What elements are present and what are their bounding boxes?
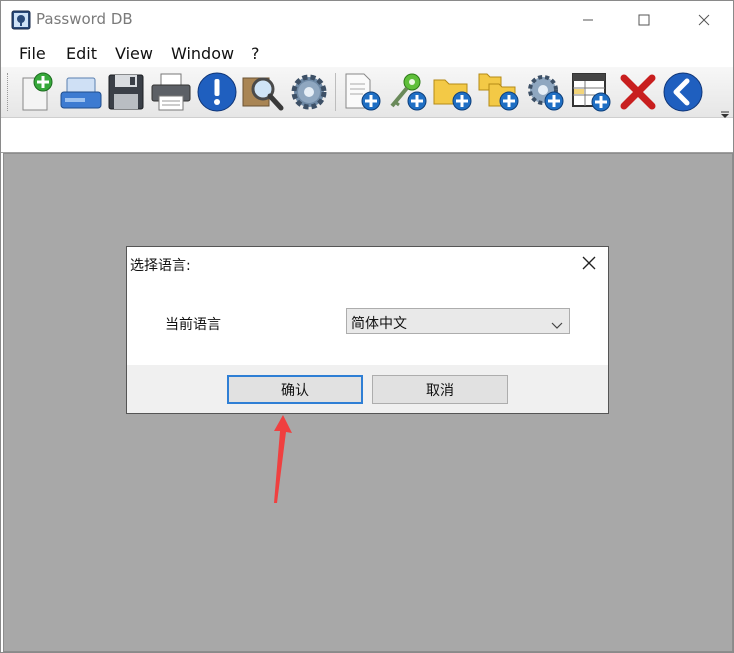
drive-button[interactable] [59, 70, 103, 114]
chevron-down-icon [551, 316, 563, 329]
new-database-button[interactable] [15, 70, 59, 114]
add-folder-icon [433, 79, 472, 111]
ok-button[interactable]: 确认 [227, 375, 363, 404]
dialog-close-button[interactable] [579, 253, 599, 273]
address-bar[interactable] [1, 118, 733, 153]
add-entry-button[interactable] [341, 70, 385, 114]
add-key-button[interactable] [386, 70, 430, 114]
print-icon [151, 73, 191, 111]
new-database-icon [22, 72, 53, 111]
add-setting-button[interactable] [523, 70, 567, 114]
toolbar-separator [335, 73, 336, 111]
language-select-value: 简体中文 [351, 316, 407, 332]
toolbar-grip[interactable] [7, 73, 11, 111]
app-logo-icon [11, 10, 31, 30]
app-window: Password DB File Edit View Window ? 选择语言… [0, 0, 734, 653]
menu-help[interactable]: ? [251, 44, 260, 63]
language-dialog: 选择语言: 当前语言 简体中文 确认 取消 [126, 246, 609, 414]
back-icon [663, 72, 703, 112]
window-title: Password DB [36, 10, 133, 28]
menu-view[interactable]: View [115, 44, 153, 63]
close-icon [698, 11, 710, 30]
close-button[interactable] [681, 1, 727, 39]
maximize-button[interactable] [621, 1, 667, 39]
maximize-icon [638, 11, 650, 30]
menu-window[interactable]: Window [171, 44, 234, 63]
print-button[interactable] [149, 70, 193, 114]
search-icon [242, 77, 284, 111]
add-table-icon [572, 73, 611, 112]
dialog-title: 选择语言: [130, 258, 191, 274]
add-subfolder-icon [478, 73, 519, 111]
add-subfolder-button[interactable] [477, 70, 521, 114]
language-select[interactable]: 简体中文 [346, 308, 570, 334]
minimize-button[interactable] [565, 1, 611, 39]
menu-bar: File Edit View Window ? [1, 39, 733, 67]
dialog-footer: 确认 取消 [127, 365, 608, 413]
save-icon [108, 74, 144, 110]
toolbar-overflow-icon[interactable] [720, 105, 730, 118]
info-button[interactable] [195, 70, 239, 114]
search-button[interactable] [241, 70, 285, 114]
current-language-label: 当前语言 [165, 317, 221, 333]
add-setting-icon [528, 75, 564, 111]
settings-icon [291, 74, 327, 110]
add-table-button[interactable] [570, 70, 614, 114]
delete-icon [620, 74, 656, 110]
close-icon [582, 256, 596, 270]
cancel-button[interactable]: 取消 [372, 375, 508, 404]
drive-icon [60, 77, 102, 109]
settings-button[interactable] [287, 70, 331, 114]
toolbar [1, 67, 733, 118]
menu-file[interactable]: File [19, 44, 46, 63]
add-entry-icon [345, 73, 381, 111]
delete-button[interactable] [616, 70, 660, 114]
save-button[interactable] [104, 70, 148, 114]
add-folder-button[interactable] [431, 70, 475, 114]
title-bar: Password DB [1, 1, 733, 39]
info-icon [197, 72, 237, 112]
annotation-arrow-icon [261, 411, 301, 506]
minimize-icon [582, 11, 594, 30]
back-button[interactable] [661, 70, 705, 114]
add-key-icon [390, 73, 427, 111]
menu-edit[interactable]: Edit [66, 44, 97, 63]
